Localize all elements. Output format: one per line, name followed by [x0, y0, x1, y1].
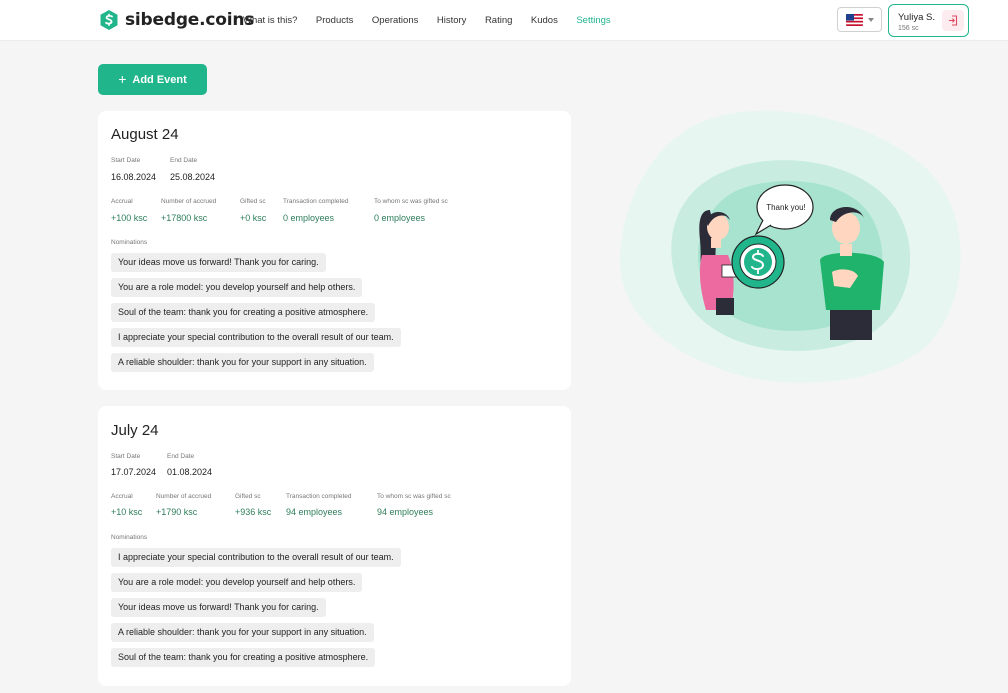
chevron-down-icon	[868, 17, 874, 22]
nomination-chip: You are a role model: you develop yourse…	[111, 573, 363, 592]
gifted-label: Gifted sc	[240, 198, 266, 205]
plus-icon: +	[118, 71, 127, 87]
nominations-label: Nominations	[111, 239, 148, 246]
accrual-value: +100 ksc	[111, 213, 148, 223]
thank-you-illustration: Thank you!	[620, 110, 961, 383]
accrual-label: Accrual	[111, 198, 133, 205]
nav-settings[interactable]: Settings	[576, 15, 610, 26]
nav-what-is-this[interactable]: What is this?	[243, 15, 297, 26]
number-accrued-label: Number of accrued	[161, 198, 217, 205]
gifted-label: Gifted sc	[235, 493, 261, 500]
user-name: Yuliya S.	[898, 12, 935, 23]
add-event-button[interactable]: + Add Event	[98, 64, 207, 95]
accrual-label: Accrual	[111, 493, 133, 500]
nomination-chip: Your ideas move us forward! Thank you fo…	[111, 253, 326, 272]
nav-operations[interactable]: Operations	[372, 15, 418, 26]
end-date-value: 01.08.2024	[167, 467, 213, 477]
end-date-label: End Date	[167, 453, 195, 460]
event-title: August 24	[111, 126, 179, 143]
number-accrued-value: +1790 ksc	[156, 507, 198, 517]
language-selector[interactable]	[837, 7, 882, 32]
nav-kudos[interactable]: Kudos	[531, 15, 558, 26]
gifted-value: +0 ksc	[240, 213, 267, 223]
to-whom-value: 0 employees	[374, 213, 426, 223]
to-whom-label: To whom sc was gifted sc	[374, 198, 448, 205]
speech-text: Thank you!	[766, 203, 806, 212]
coin-icon	[731, 235, 785, 289]
nomination-chip: A reliable shoulder: thank you for your …	[111, 623, 374, 642]
to-whom-value: 94 employees	[377, 507, 434, 517]
nomination-chip: You are a role model: you develop yourse…	[111, 278, 363, 297]
coin-logo-icon	[100, 10, 118, 30]
event-card: July 24 Start Date End Date 17.07.2024 0…	[98, 406, 571, 686]
brand-name: sibedge.coins	[125, 10, 255, 30]
main-nav: What is this? Products Operations Histor…	[243, 0, 629, 41]
to-whom-label: To whom sc was gifted sc	[377, 493, 451, 500]
top-header: sibedge.coins What is this? Products Ope…	[0, 0, 1008, 41]
end-date-label: End Date	[170, 157, 198, 164]
nomination-chip: I appreciate your special contribution t…	[111, 328, 401, 347]
nav-rating[interactable]: Rating	[485, 15, 512, 26]
user-panel[interactable]: Yuliya S. 156 sc	[888, 4, 969, 37]
start-date-label: Start Date	[111, 453, 141, 460]
start-date-value: 17.07.2024	[111, 467, 157, 477]
us-flag-icon	[846, 13, 863, 26]
nomination-chip: Your ideas move us forward! Thank you fo…	[111, 598, 326, 617]
number-accrued-value: +17800 ksc	[161, 213, 208, 223]
nomination-chip: A reliable shoulder: thank you for your …	[111, 353, 374, 372]
logout-icon	[949, 15, 958, 26]
end-date-value: 25.08.2024	[170, 172, 216, 182]
start-date-label: Start Date	[111, 157, 141, 164]
nomination-chip: I appreciate your special contribution t…	[111, 548, 401, 567]
user-coin-balance: 156 sc	[898, 25, 919, 32]
nominations-label: Nominations	[111, 534, 148, 541]
event-title: July 24	[111, 422, 159, 439]
event-card: August 24 Start Date End Date 16.08.2024…	[98, 111, 571, 390]
start-date-value: 16.08.2024	[111, 172, 157, 182]
transaction-completed-label: Transaction completed	[283, 198, 349, 205]
nav-products[interactable]: Products	[316, 15, 354, 26]
nomination-chip: Soul of the team: thank you for creating…	[111, 303, 376, 322]
number-accrued-label: Number of accrued	[156, 493, 212, 500]
accrual-value: +10 ksc	[111, 507, 143, 517]
transaction-completed-label: Transaction completed	[286, 493, 352, 500]
brand-logo[interactable]: sibedge.coins	[99, 9, 254, 31]
nav-history[interactable]: History	[437, 15, 467, 26]
transaction-completed-value: 0 employees	[283, 213, 335, 223]
gifted-value: +936 ksc	[235, 507, 272, 517]
transaction-completed-value: 94 employees	[286, 507, 343, 517]
nomination-chip: Soul of the team: thank you for creating…	[111, 648, 376, 667]
logout-button[interactable]	[942, 10, 964, 31]
add-event-label: Add Event	[132, 73, 187, 86]
